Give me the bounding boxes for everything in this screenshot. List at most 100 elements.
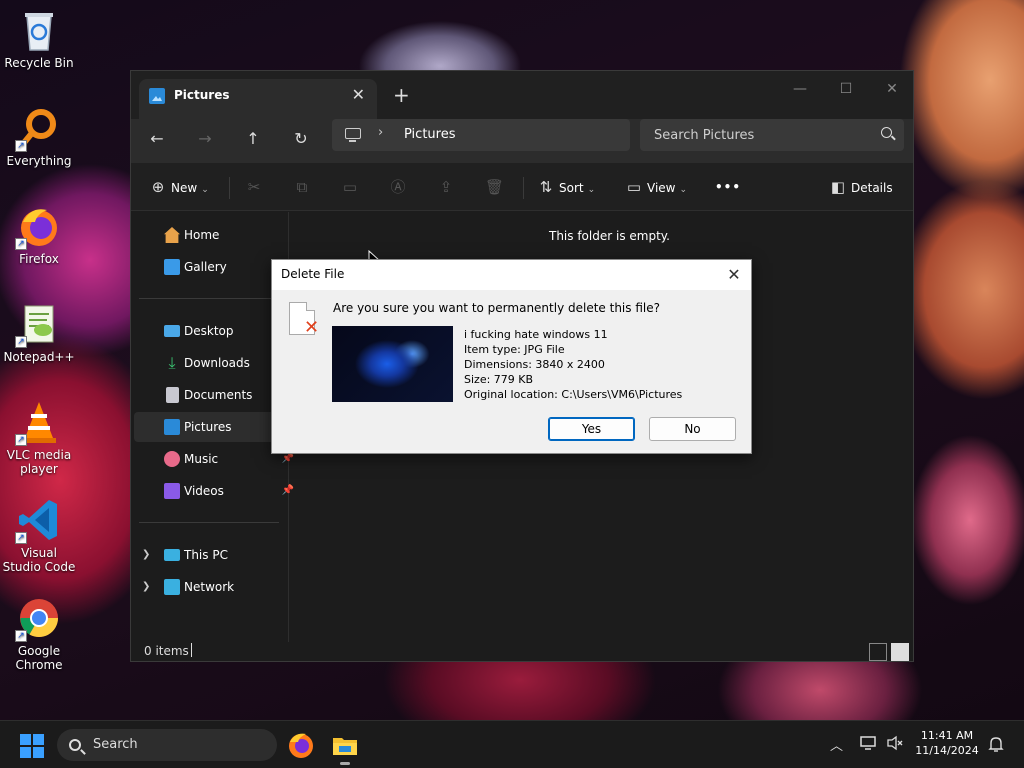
sort-label: Sort xyxy=(559,181,584,195)
network-icon xyxy=(164,579,180,595)
sidebar-item-gallery[interactable]: Gallery xyxy=(134,252,284,282)
taskbar: Search ︿ 11:41 AM 11/14/2024 xyxy=(0,720,1024,768)
paste-button[interactable]: ▭ xyxy=(341,176,363,198)
delete-button[interactable]: 🗑 xyxy=(485,176,507,198)
sidebar-item-this-pc[interactable]: ❯ This PC xyxy=(134,540,284,570)
copy-button[interactable]: ⧉ xyxy=(293,176,315,198)
sidebar-item-label: Gallery xyxy=(184,260,227,274)
command-bar: ⊕ New ⌄ ✂ ⧉ ▭ Ⓐ ⇪ 🗑 ⇅ Sort ⌄ ▭ View ⌄ ••• ◧ Det… xyxy=(131,163,913,211)
new-label: New xyxy=(171,181,198,195)
taskbar-file-explorer[interactable] xyxy=(330,730,360,765)
cut-button[interactable]: ✂ xyxy=(245,176,267,198)
firefox-icon: ↗ xyxy=(15,204,61,250)
chevron-right-icon[interactable]: ❯ xyxy=(142,540,150,570)
toolbar-divider xyxy=(523,177,524,199)
forward-button[interactable]: → xyxy=(189,125,221,153)
new-tab-button[interactable]: + xyxy=(393,83,410,107)
speaker-mute-icon xyxy=(887,735,903,751)
file-dimensions: Dimensions: 3840 x 2400 xyxy=(464,358,605,371)
clock[interactable]: 11:41 AM 11/14/2024 xyxy=(912,728,982,758)
file-name: i fucking hate windows 11 xyxy=(464,328,608,341)
yes-button[interactable]: Yes xyxy=(548,417,635,441)
sidebar-item-desktop[interactable]: Desktop 📌 xyxy=(134,316,294,346)
file-info: i fucking hate windows 11 Item type: JPG… xyxy=(464,327,682,402)
sidebar-item-network[interactable]: ❯ Network xyxy=(134,572,284,602)
more-options-button[interactable]: ••• xyxy=(715,176,741,198)
folder-icon xyxy=(333,738,357,755)
minimize-button[interactable]: — xyxy=(777,75,823,103)
sidebar-item-label: Pictures xyxy=(184,420,232,434)
pc-icon xyxy=(164,549,180,561)
notifications-button[interactable] xyxy=(988,735,1004,768)
close-window-button[interactable]: ✕ xyxy=(869,75,915,103)
taskbar-search-label: Search xyxy=(93,737,138,752)
pc-icon xyxy=(345,128,361,142)
sidebar-item-downloads[interactable]: ⤓ Downloads 📌 xyxy=(134,348,294,378)
trash-icon: 🗑 xyxy=(485,178,505,196)
desktop-icon-everything[interactable]: ↗ Everything xyxy=(2,106,76,168)
tiles-view-toggle[interactable] xyxy=(891,643,909,661)
pictures-folder-icon xyxy=(164,419,180,435)
desktop-icon-label: Notepad++ xyxy=(3,350,75,364)
new-button[interactable]: ⊕ New ⌄ xyxy=(149,176,209,198)
details-button[interactable]: ◧ Details xyxy=(829,176,893,198)
address-bar[interactable]: › Pictures xyxy=(332,119,630,151)
sort-icon: ⇅ xyxy=(539,178,553,196)
chevron-right-icon[interactable]: ❯ xyxy=(142,572,150,602)
plus-circle-icon: ⊕ xyxy=(151,178,165,196)
refresh-button[interactable]: ↻ xyxy=(285,125,317,153)
sidebar-item-videos[interactable]: Videos 📌 xyxy=(134,476,294,506)
sidebar-item-documents[interactable]: Documents 📌 xyxy=(134,380,294,410)
show-hidden-icons-button[interactable]: ︿ xyxy=(830,735,843,768)
sidebar-divider xyxy=(139,298,279,299)
back-button[interactable]: ← xyxy=(141,125,173,153)
gallery-icon xyxy=(164,259,180,275)
breadcrumb-pictures[interactable]: Pictures xyxy=(404,127,455,142)
sidebar-item-label: This PC xyxy=(184,548,228,562)
close-tab-icon[interactable]: ✕ xyxy=(352,85,365,104)
monitor-icon xyxy=(860,736,876,750)
start-button[interactable] xyxy=(20,734,44,758)
up-button[interactable]: ↑ xyxy=(237,125,269,153)
volume-muted-icon[interactable] xyxy=(886,735,904,768)
view-button[interactable]: ▭ View ⌄ xyxy=(625,176,687,198)
navigation-bar: ← → ↑ ↻ › Pictures xyxy=(131,119,913,163)
network-status-icon[interactable] xyxy=(860,735,878,768)
windows-logo-tile xyxy=(33,747,44,758)
windows-logo-icon xyxy=(20,734,31,745)
search-input[interactable] xyxy=(640,119,904,151)
empty-folder-message: This folder is empty. xyxy=(549,229,670,243)
sidebar-item-label: Desktop xyxy=(184,324,234,338)
details-pane-icon: ◧ xyxy=(830,178,846,196)
delete-file-dialog: Delete File ✕ ✕ Are you sure you want to… xyxy=(271,259,752,454)
share-button[interactable]: ⇪ xyxy=(437,176,459,198)
desktop-icon-vlc[interactable]: ↗ VLC media player xyxy=(2,400,76,476)
dialog-close-button[interactable]: ✕ xyxy=(723,264,745,286)
status-bar: 0 items xyxy=(131,641,913,663)
sidebar-item-music[interactable]: Music 📌 xyxy=(134,444,294,474)
sidebar-item-home[interactable]: Home xyxy=(134,220,284,250)
maximize-button[interactable]: ☐ xyxy=(823,75,869,103)
windows-logo-tile xyxy=(33,734,44,745)
rename-button[interactable]: Ⓐ xyxy=(389,176,411,198)
pictures-folder-icon xyxy=(149,88,165,104)
file-thumbnail xyxy=(332,326,453,402)
desktop-icon-vscode[interactable]: ↗ Visual Studio Code xyxy=(2,498,76,574)
dialog-question: Are you sure you want to permanently del… xyxy=(333,301,660,315)
search-icon xyxy=(881,127,892,138)
desktop-icon-recycle-bin[interactable]: Recycle Bin xyxy=(2,8,76,70)
sidebar-item-pictures[interactable]: Pictures 📌 xyxy=(134,412,294,442)
share-icon: ⇪ xyxy=(439,178,453,196)
tab-pictures[interactable]: Pictures ✕ xyxy=(139,79,377,119)
desktop-icon-chrome[interactable]: ↗ Google Chrome xyxy=(2,596,76,672)
search-box[interactable] xyxy=(640,119,904,151)
active-indicator xyxy=(340,762,350,765)
taskbar-search[interactable]: Search xyxy=(57,729,277,761)
details-view-toggle[interactable] xyxy=(869,643,887,661)
desktop-icon-notepadpp[interactable]: ↗ Notepad++ xyxy=(2,302,76,364)
home-icon xyxy=(164,227,180,243)
sort-button[interactable]: ⇅ Sort ⌄ xyxy=(537,176,595,198)
no-button[interactable]: No xyxy=(649,417,736,441)
taskbar-firefox[interactable] xyxy=(286,730,316,760)
desktop-icon-firefox[interactable]: ↗ Firefox xyxy=(2,204,76,266)
